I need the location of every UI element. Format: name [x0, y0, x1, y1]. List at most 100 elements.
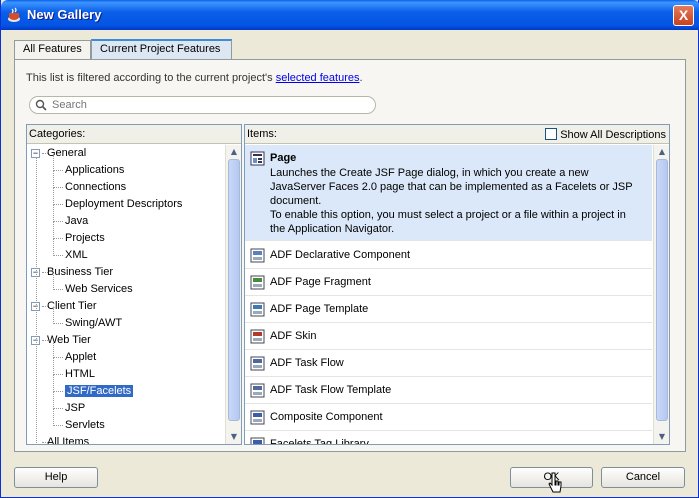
item-name: ADF Page Fragment [270, 276, 371, 288]
list-item[interactable]: ADF Task Flow Template [245, 377, 652, 404]
help-button-label: Help [44, 471, 68, 483]
adf-skin-icon [250, 329, 265, 344]
adf-fragment-icon [250, 275, 265, 290]
tree-item-label: All Items [47, 436, 90, 445]
scroll-up-icon[interactable]: ▲ [229, 147, 239, 157]
cancel-button[interactable]: Cancel [601, 467, 685, 488]
scroll-up-icon[interactable]: ▲ [657, 147, 667, 157]
tab-current-project-features[interactable]: Current Project Features [91, 39, 232, 59]
tree-connector [53, 187, 63, 188]
app-cup-icon [8, 7, 20, 22]
tree-connector [42, 340, 48, 341]
tree-connector [53, 221, 63, 222]
item-description: Launches the Create JSF Page dialog, in … [270, 167, 633, 207]
tree-item-label: HTML [65, 368, 95, 380]
tree-item[interactable]: Web Services [53, 281, 133, 298]
items-header-label: Items: [247, 128, 277, 140]
tree-item-label: JSP [65, 402, 86, 414]
categories-scroll-thumb[interactable] [228, 159, 240, 421]
tree-item-label: Projects [65, 232, 105, 244]
tree-item[interactable]: Applications [53, 162, 124, 179]
tree-item[interactable]: Applet [53, 349, 96, 366]
items-scroll-thumb[interactable] [656, 159, 668, 421]
items-panel: Items: Show All Descriptions Page Launch… [244, 124, 670, 445]
tree-connector [42, 272, 48, 273]
checkbox-icon[interactable] [545, 128, 558, 140]
tree-item-label: Applet [65, 351, 97, 363]
list-item[interactable]: ADF Task Flow [245, 350, 652, 377]
tree-item-label: Java [65, 215, 89, 227]
item-name: ADF Task Flow Template [270, 384, 392, 396]
item-name: Facelets Tag Library [270, 438, 369, 445]
help-button[interactable]: Help [14, 467, 98, 488]
list-item[interactable]: ADF Page Template [245, 296, 652, 323]
title-bar[interactable]: New Gallery X [1, 0, 699, 30]
tree-connector [53, 425, 63, 426]
list-item[interactable]: Facelets Tag Library [245, 431, 652, 445]
scroll-down-icon[interactable]: ▼ [229, 432, 239, 442]
tree-item[interactable]: − General [31, 145, 86, 162]
tree-item[interactable]: − Web Tier [31, 332, 91, 349]
tree-connector [53, 238, 63, 239]
show-all-descriptions-checkbox[interactable]: Show All Descriptions [545, 128, 666, 142]
tree-item-label: Connections [65, 181, 127, 193]
tree-item[interactable]: Projects [53, 230, 105, 247]
items-header: Items: Show All Descriptions [245, 125, 669, 144]
tree-connector [53, 170, 63, 171]
jsf-page-icon [250, 151, 265, 166]
search-input[interactable] [52, 98, 362, 112]
tree-item[interactable]: Connections [53, 179, 126, 196]
scroll-down-icon[interactable]: ▼ [657, 432, 667, 442]
tree-item-label: Client Tier [47, 300, 97, 312]
item-name: Composite Component [270, 411, 383, 423]
items-list: Page Launches the Create JSF Page dialog… [245, 145, 652, 444]
window-title: New Gallery [27, 7, 102, 22]
tree-connector [36, 157, 37, 444]
show-all-label: Show All Descriptions [560, 129, 666, 141]
categories-scrollbar[interactable]: ▲ ▼ [225, 145, 241, 444]
tree-item[interactable]: Java [53, 213, 88, 230]
list-item[interactable]: ADF Page Fragment [245, 269, 652, 296]
tree-item-label: Business Tier [47, 266, 114, 278]
search-field[interactable] [29, 96, 376, 114]
tree-connector [53, 289, 63, 290]
tree-connector [53, 408, 63, 409]
tree-item-label: JSF/Facelets [65, 385, 134, 397]
categories-header: Categories: [27, 125, 241, 144]
close-button[interactable]: X [673, 5, 694, 26]
tree-connector [53, 374, 63, 375]
tab-panel: This list is filtered according to the c… [14, 59, 686, 452]
list-item[interactable]: ADF Skin [245, 323, 652, 350]
tree-item[interactable]: JSP [53, 400, 85, 417]
tab-all-features[interactable]: All Features [14, 40, 91, 59]
tree-item-label: Deployment Descriptors [65, 198, 183, 210]
search-icon [35, 99, 47, 111]
tree-connector [53, 323, 63, 324]
tree-item[interactable]: HTML [53, 366, 95, 383]
tree-connector [53, 391, 63, 392]
item-name: ADF Skin [270, 330, 317, 342]
tree-item[interactable]: − Business Tier [31, 264, 113, 281]
tree-connector [53, 357, 63, 358]
items-scrollbar[interactable]: ▲ ▼ [653, 145, 669, 444]
list-item[interactable]: Composite Component [245, 404, 652, 431]
new-gallery-dialog: New Gallery X All Features Current Proje… [0, 0, 699, 498]
tree-connector [42, 153, 48, 154]
tree-connector [53, 255, 63, 256]
tree-item[interactable]: Swing/AWT [53, 315, 122, 332]
tree-item[interactable]: All Items [31, 434, 90, 445]
filter-text: This list is filtered according to the c… [26, 72, 276, 84]
tree-item[interactable]: JSF/Facelets [53, 383, 134, 400]
list-item[interactable]: ADF Declarative Component [245, 242, 652, 269]
selected-features-link[interactable]: selected features [276, 72, 360, 84]
tree-item[interactable]: Servlets [53, 417, 105, 434]
mouse-cursor-icon [548, 472, 562, 493]
tree-item[interactable]: Deployment Descriptors [53, 196, 182, 213]
filter-notice: This list is filtered according to the c… [26, 72, 363, 84]
task-flow-template-icon [250, 383, 265, 398]
list-item-page[interactable]: Page Launches the Create JSF Page dialog… [245, 145, 652, 241]
tree-item-label: Web Services [65, 283, 133, 295]
item-name: Page [270, 152, 297, 164]
tree-item[interactable]: XML [53, 247, 88, 264]
tree-item[interactable]: − Client Tier [31, 298, 97, 315]
